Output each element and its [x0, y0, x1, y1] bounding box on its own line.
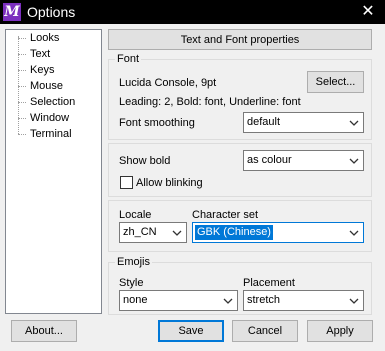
chevron-down-icon — [223, 291, 233, 310]
chevron-down-icon — [349, 151, 359, 170]
select-font-button[interactable]: Select... — [307, 71, 364, 93]
chevron-down-icon — [349, 113, 359, 132]
emoji-placement-label: Placement — [243, 277, 295, 289]
title-bar: M Options ✕ — [0, 0, 385, 24]
chevron-down-icon — [172, 223, 182, 242]
locale-label: Locale — [119, 209, 152, 221]
tree-item-selection[interactable]: Selection — [18, 95, 75, 109]
tree-item-text[interactable]: Text — [18, 47, 50, 61]
font-description: Lucida Console, 9pt — [119, 77, 217, 89]
tree-item-looks[interactable]: Looks — [18, 31, 59, 45]
show-bold-label: Show bold — [119, 155, 171, 167]
font-smoothing-select[interactable]: default — [243, 112, 364, 133]
cancel-button[interactable]: Cancel — [232, 320, 298, 342]
emojis-group-label: Emojis — [115, 256, 153, 269]
charset-select[interactable]: GBK (Chinese) — [192, 222, 364, 243]
font-details: Leading: 2, Bold: font, Underline: font — [119, 96, 301, 108]
tree-item-keys[interactable]: Keys — [18, 63, 54, 77]
category-tree[interactable]: Looks Text Keys Mouse Selection Window T… — [5, 29, 102, 314]
chevron-down-icon — [349, 223, 359, 242]
close-icon[interactable]: ✕ — [357, 2, 379, 22]
tree-item-window[interactable]: Window — [18, 111, 69, 125]
mintty-icon: M — [3, 3, 21, 21]
allow-blinking-checkbox[interactable] — [120, 176, 133, 189]
chevron-down-icon — [349, 291, 359, 310]
locale-select[interactable]: zh_CN — [119, 222, 187, 243]
show-bold-select[interactable]: as colour — [243, 150, 364, 171]
save-button[interactable]: Save — [158, 320, 224, 342]
font-group-label: Font — [115, 53, 142, 66]
emoji-style-label: Style — [119, 277, 144, 289]
emoji-style-select[interactable]: none — [119, 290, 238, 311]
window-title: Options — [27, 4, 76, 20]
section-header: Text and Font properties — [108, 29, 372, 50]
apply-button[interactable]: Apply — [307, 320, 373, 342]
font-smoothing-label: Font smoothing — [119, 117, 195, 129]
allow-blinking-label: Allow blinking — [136, 177, 203, 189]
tree-item-terminal[interactable]: Terminal — [18, 127, 72, 141]
about-button[interactable]: About... — [11, 320, 77, 342]
charset-label: Character set — [192, 209, 259, 221]
tree-item-mouse[interactable]: Mouse — [18, 79, 63, 93]
emoji-placement-select[interactable]: stretch — [243, 290, 364, 311]
